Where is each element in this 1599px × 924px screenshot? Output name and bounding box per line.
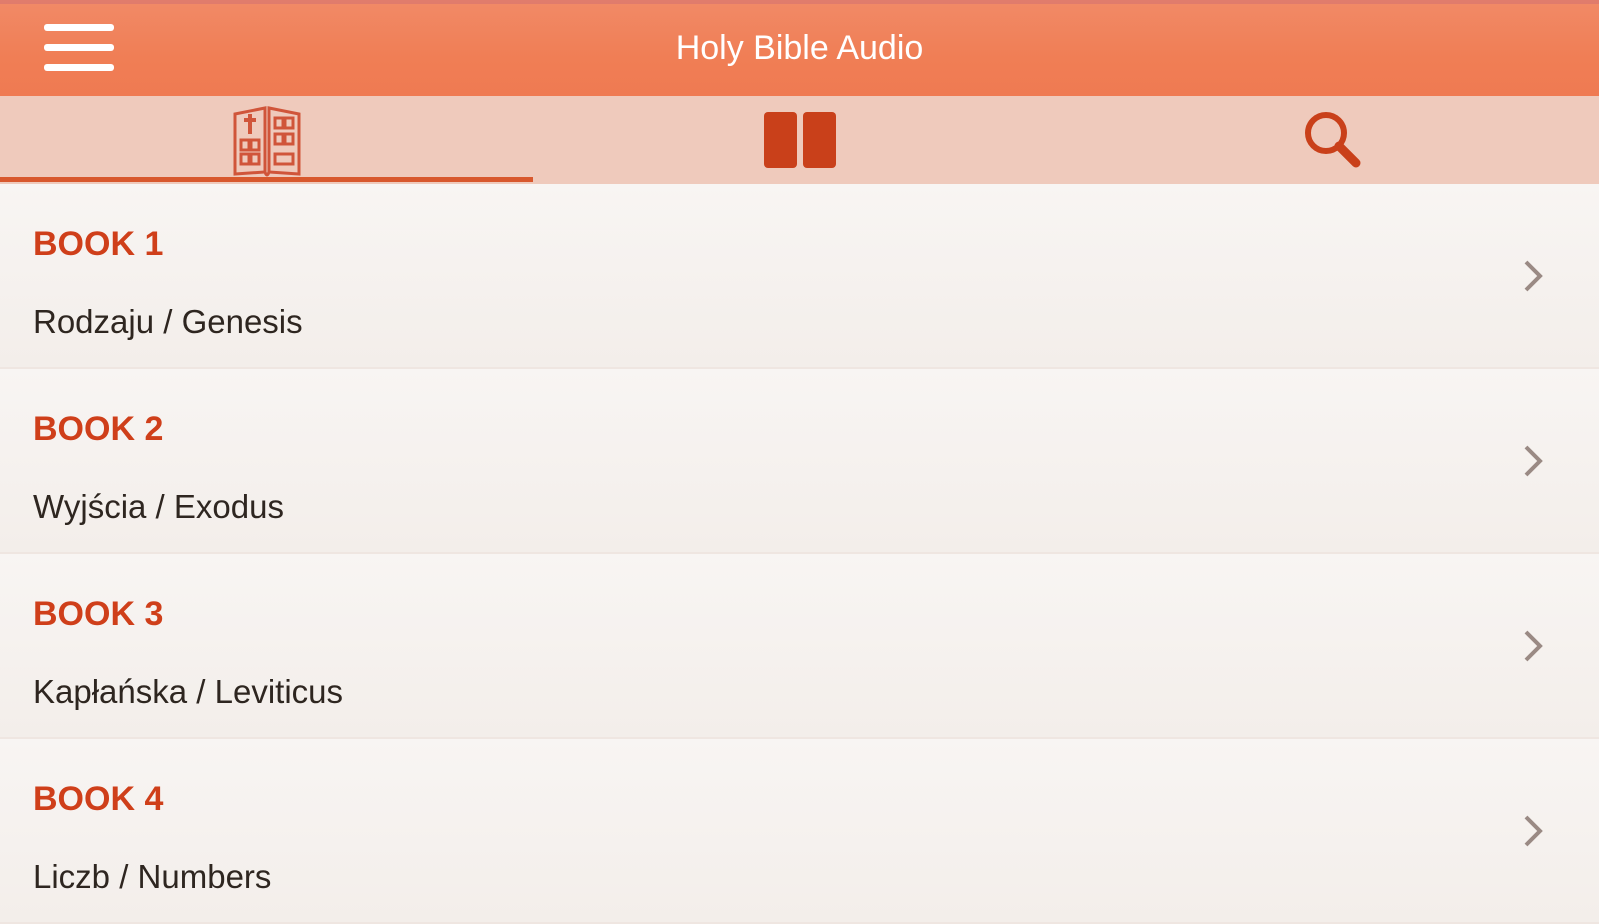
book-row-2[interactable]: BOOK 2 Wyjścia / Exodus xyxy=(0,369,1599,554)
bible-book-icon xyxy=(233,106,300,177)
tab-reader[interactable] xyxy=(533,96,1066,184)
book-name: Liczb / Numbers xyxy=(33,858,272,895)
book-row-3[interactable]: BOOK 3 Kapłańska / Leviticus xyxy=(0,554,1599,739)
book-number: BOOK 1 xyxy=(33,225,164,263)
book-name: Rodzaju / Genesis xyxy=(33,303,303,340)
chevron-right-icon xyxy=(1524,445,1543,477)
chevron-right-icon xyxy=(1524,630,1543,662)
open-book-icon xyxy=(763,112,836,168)
tab-search[interactable] xyxy=(1066,96,1599,184)
book-name: Wyjścia / Exodus xyxy=(33,488,284,525)
book-number: BOOK 2 xyxy=(33,410,164,448)
book-number: BOOK 3 xyxy=(33,595,164,633)
book-list: BOOK 1 Rodzaju / Genesis BOOK 2 Wyjścia … xyxy=(0,184,1599,924)
chevron-right-icon xyxy=(1524,260,1543,292)
book-row-1[interactable]: BOOK 1 Rodzaju / Genesis xyxy=(0,184,1599,369)
tab-books[interactable] xyxy=(0,96,533,184)
search-icon xyxy=(1304,112,1360,168)
book-name: Kapłańska / Leviticus xyxy=(33,673,344,710)
book-number: BOOK 4 xyxy=(33,780,164,818)
top-navigation-bar: Holy Bible Audio xyxy=(0,0,1599,96)
tab-bar xyxy=(0,96,1599,184)
chevron-right-icon xyxy=(1524,815,1543,847)
app-title: Holy Bible Audio xyxy=(675,29,924,67)
book-row-4[interactable]: BOOK 4 Liczb / Numbers xyxy=(0,739,1599,924)
